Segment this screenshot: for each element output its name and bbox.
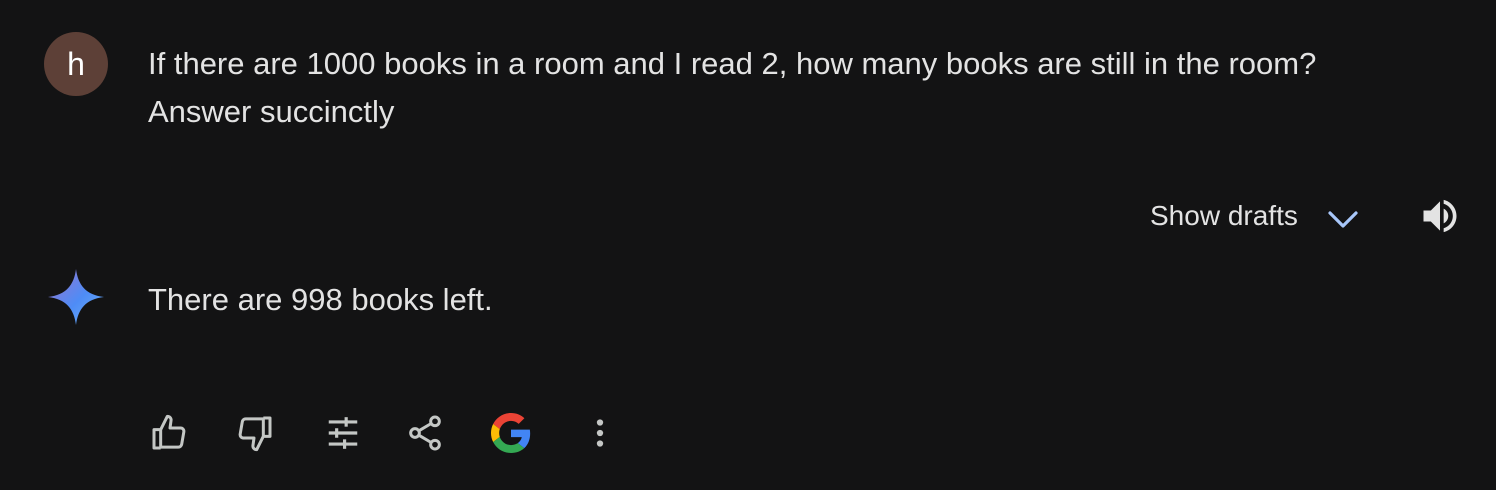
show-drafts-button[interactable]: Show drafts xyxy=(1150,192,1360,240)
prompt-line-2: Answer succinctly xyxy=(148,94,395,129)
more-vert-icon[interactable] xyxy=(575,408,625,458)
thumbs-down-icon[interactable] xyxy=(230,408,280,458)
conversation-view: h If there are 1000 books in a room and … xyxy=(0,0,1496,490)
gemini-sparkle-icon xyxy=(46,267,106,327)
google-icon[interactable] xyxy=(486,408,536,458)
response-text: There are 998 books left. xyxy=(148,282,493,317)
chevron-down-icon xyxy=(1326,205,1360,228)
avatar-letter: h xyxy=(67,46,85,82)
prompt-line-1: If there are 1000 books in a room and I … xyxy=(148,46,1317,81)
thumbs-up-icon[interactable] xyxy=(144,408,194,458)
share-icon[interactable] xyxy=(400,408,450,458)
tune-icon[interactable] xyxy=(318,408,368,458)
user-prompt: If there are 1000 books in a room and I … xyxy=(148,40,1448,136)
user-avatar[interactable]: h xyxy=(44,32,108,96)
show-drafts-label: Show drafts xyxy=(1150,200,1298,231)
volume-up-icon[interactable] xyxy=(1418,194,1462,238)
